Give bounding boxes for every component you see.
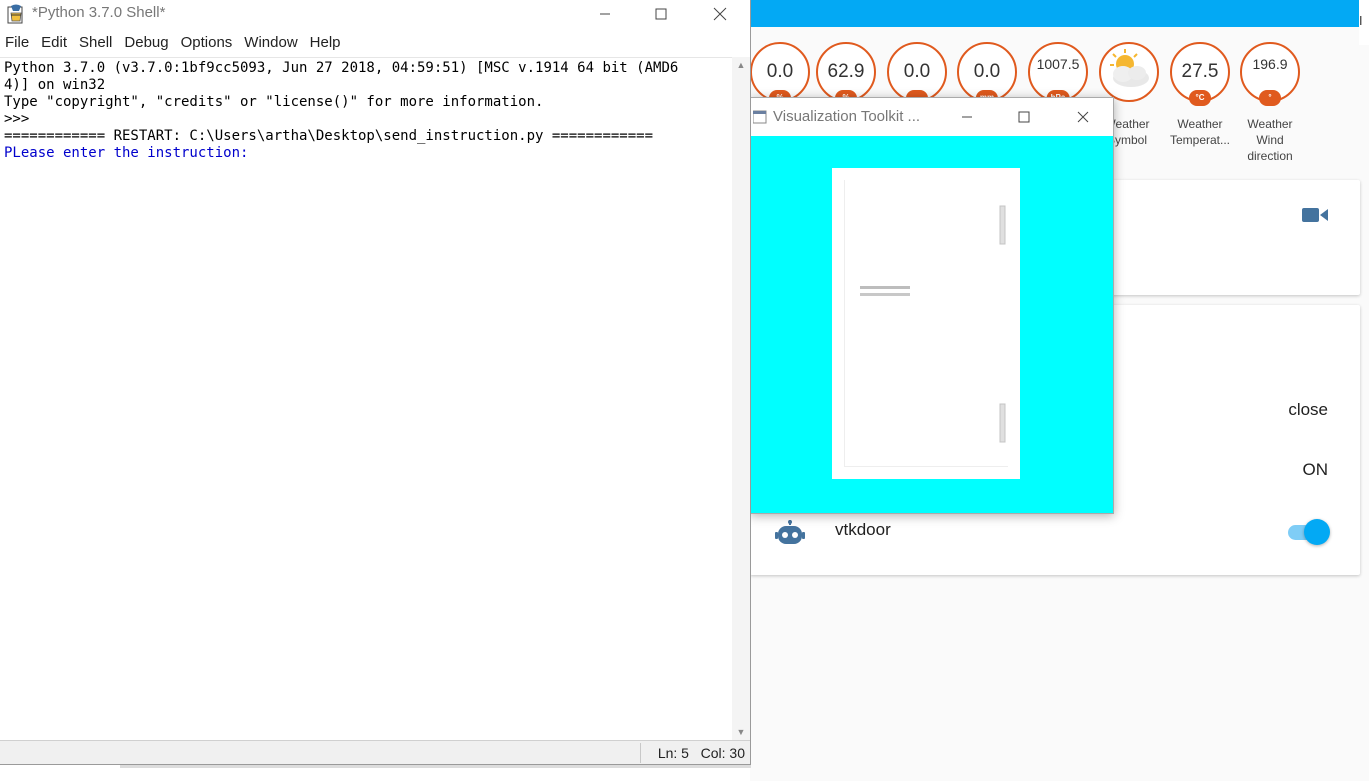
minimize-icon [962,116,972,118]
cursor-position: Ln: 5 Col: 30 [657,745,745,761]
sensor-badge-3[interactable]: 0.0 [887,42,947,106]
partly-cloudy-icon [1110,49,1149,87]
badge-value: 27.5 [1181,61,1219,82]
menu-edit[interactable]: Edit [36,32,74,54]
menu-help[interactable]: Help [305,32,348,54]
badge-ring: 0.0 mm [957,42,1017,106]
badge-ring: 1007.5 hPa [1028,42,1088,106]
program-output-line: PLease enter the instruction: [4,145,249,161]
minimize-button[interactable] [582,0,628,33]
shell-line: Python 3.7.0 (v3.7.0:1bf9cc5093, Jun 27 … [4,60,679,76]
python-shell-window: *Python 3.7.0 Shell* File Edit Shell Deb… [0,0,751,765]
switch-state-value: ON [1302,460,1329,479]
vtk-render-canvas[interactable] [751,136,1113,513]
close-icon [713,7,727,21]
badge-unit: °C [1189,90,1211,106]
badge-value: 62.9 [827,61,865,82]
badge-value: 0.0 [766,61,794,82]
menu-debug[interactable]: Debug [119,32,175,54]
menu-file[interactable]: File [0,32,36,54]
badge-ring: 62.9 % [816,42,876,106]
vtk-window-title: Visualization Toolkit ... [773,108,921,125]
sensor-badge-2[interactable]: 62.9 % [816,42,876,106]
shell-prompt: >>> [4,111,38,127]
maximize-icon [1018,111,1030,123]
vtk-window: Visualization Toolkit ... [750,97,1114,514]
badge-label: Weather Temperat... [1169,117,1231,147]
sensor-badge-temperature[interactable]: 27.5 °C Weather Temperat... [1170,42,1230,148]
close-button[interactable] [697,0,743,33]
close-icon [1077,111,1089,123]
badge-unit: ° [1259,90,1281,106]
badge-value: 196.9 [1252,56,1288,72]
vtkdoor-toggle[interactable] [1286,519,1330,545]
shell-window-title: *Python 3.7.0 Shell* [32,4,166,21]
shell-output: Python 3.7.0 (v3.7.0:1bf9cc5093, Jun 27 … [4,60,678,162]
door-state-value: close [1288,400,1328,419]
shell-line: 4)] on win32 [4,77,106,93]
toggle-knob [1304,519,1330,545]
shell-line: Type "copyright", "credits" or "license(… [4,94,544,110]
sensor-badge-wind[interactable]: 196.9 ° Weather Wind direction [1240,42,1300,164]
badge-ring: 196.9 ° [1240,42,1300,106]
vtk-app-icon [753,110,767,124]
badge-value: 1007.5 [1036,56,1080,72]
dashboard-header [750,0,1369,27]
badge-value: 0.0 [973,61,1001,82]
maximize-button[interactable] [1001,98,1047,136]
status-bar: Ln: 5 Col: 30 [0,740,750,764]
status-separator [640,743,641,763]
idle-app-icon [7,4,23,24]
badge-ring: 0.0 % [750,42,810,106]
minimize-button[interactable] [944,98,990,136]
badge-label: Weather Wind direction [1247,117,1293,163]
robot-icon [775,520,805,544]
maximize-icon [655,8,667,20]
sensor-badge-5[interactable]: 1007.5 hPa [1028,42,1088,106]
door-model [832,168,1020,479]
menu-bar: File Edit Shell Debug Options Window Hel… [0,32,348,54]
vtk-titlebar[interactable]: Visualization Toolkit ... [751,98,1113,136]
menu-options[interactable]: Options [176,32,240,54]
vertical-scrollbar[interactable]: ▲ ▼ [732,57,750,740]
maximize-button[interactable] [638,0,684,33]
sensor-badge-1[interactable]: 0.0 % [750,42,810,106]
door-hardware [860,205,1006,443]
shell-text-area[interactable]: Python 3.7.0 (v3.7.0:1bf9cc5093, Jun 27 … [0,57,732,740]
badge-ring: 0.0 [887,42,947,106]
close-button[interactable] [1060,98,1106,136]
menu-window[interactable]: Window [239,32,304,54]
window-shadow [120,765,751,768]
entity-name: vtkdoor [835,520,891,539]
badge-ring [1099,42,1159,102]
badge-ring: 27.5 °C [1170,42,1230,106]
scroll-up-icon[interactable]: ▲ [732,57,750,73]
shell-line: ============ RESTART: C:\Users\artha\Des… [4,128,654,144]
sensor-badge-4[interactable]: 0.0 mm [957,42,1017,106]
badge-value: 0.0 [903,61,931,82]
minimize-icon [600,13,610,15]
scroll-down-icon[interactable]: ▼ [732,724,750,740]
edge-panel: I [1359,0,1369,45]
camera-icon[interactable] [1302,206,1328,224]
edge-label: I [1359,14,1363,28]
shell-titlebar[interactable]: *Python 3.7.0 Shell* [0,0,750,29]
menu-shell[interactable]: Shell [74,32,119,54]
